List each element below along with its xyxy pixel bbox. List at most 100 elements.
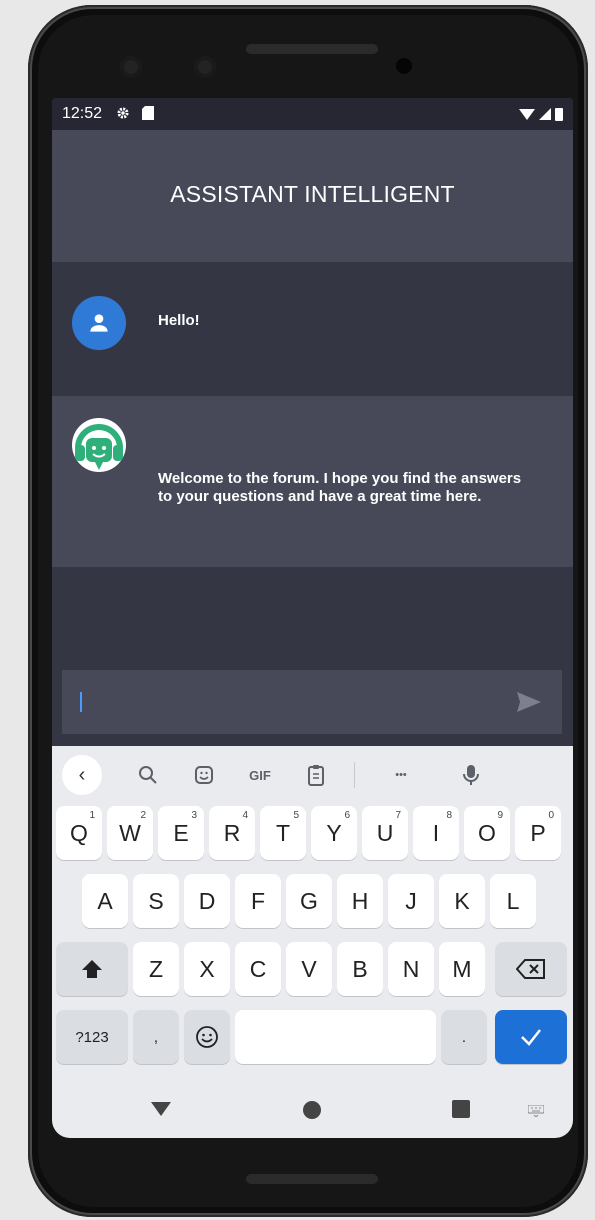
- comma-key[interactable]: ,: [133, 1010, 179, 1064]
- key-b[interactable]: B: [337, 942, 383, 996]
- done-key[interactable]: [495, 1010, 567, 1064]
- key-label: U: [376, 819, 394, 846]
- key-label: ?123: [75, 1028, 109, 1046]
- key-label: M: [452, 955, 472, 982]
- key-label: R: [223, 819, 241, 846]
- key-g[interactable]: G: [286, 874, 332, 928]
- keyboard-back-button[interactable]: ‹: [62, 755, 102, 795]
- keyboard-row-3: Z X C V B N M: [52, 942, 573, 996]
- key-label: V: [301, 955, 317, 982]
- key-u[interactable]: U7: [362, 806, 408, 860]
- sd-card-icon: [142, 105, 155, 123]
- key-label: ,: [153, 1028, 159, 1046]
- key-hint: 5: [293, 810, 299, 821]
- key-label: S: [148, 887, 164, 914]
- backspace-icon: [516, 959, 545, 979]
- key-label: N: [402, 955, 420, 982]
- shift-icon: [82, 960, 102, 978]
- battery-icon: [555, 107, 563, 121]
- emoji-icon: [196, 1026, 218, 1048]
- emoji-key[interactable]: [184, 1010, 230, 1064]
- send-icon: [517, 692, 541, 712]
- navigation-bar: [52, 1082, 573, 1138]
- key-r[interactable]: R4: [209, 806, 255, 860]
- key-c[interactable]: C: [235, 942, 281, 996]
- key-o[interactable]: O9: [464, 806, 510, 860]
- key-e[interactable]: E3: [158, 806, 204, 860]
- key-label: Z: [148, 955, 164, 982]
- key-w[interactable]: W2: [107, 806, 153, 860]
- key-hint: 7: [395, 810, 401, 821]
- send-button[interactable]: [514, 687, 544, 717]
- wifi-icon: [519, 108, 535, 120]
- keyboard-switch-icon[interactable]: [527, 1104, 545, 1122]
- key-k[interactable]: K: [439, 874, 485, 928]
- phone-screen: 12:52 ASSISTANT INTELLIGENT Hello! Welco…: [52, 98, 573, 1138]
- key-i[interactable]: I8: [413, 806, 459, 860]
- key-label: F: [250, 887, 266, 914]
- key-label: L: [506, 887, 520, 914]
- headset-bot-icon: [72, 418, 126, 472]
- symbols-key[interactable]: ?123: [56, 1010, 128, 1064]
- key-label: K: [454, 887, 470, 914]
- key-label: O: [478, 819, 496, 846]
- message-text: Hello!: [158, 312, 200, 329]
- key-a[interactable]: A: [82, 874, 128, 928]
- check-icon: [521, 1029, 541, 1046]
- key-l[interactable]: L: [490, 874, 536, 928]
- key-z[interactable]: Z: [133, 942, 179, 996]
- clipboard-icon[interactable]: [288, 755, 344, 795]
- more-options-button[interactable]: •••: [373, 755, 429, 795]
- key-label: B: [352, 955, 368, 982]
- key-label: Y: [326, 819, 342, 846]
- key-label: J: [405, 887, 417, 914]
- key-label: E: [173, 819, 189, 846]
- key-hint: 8: [446, 810, 452, 821]
- space-key[interactable]: [235, 1010, 436, 1064]
- nav-home-icon[interactable]: [302, 1100, 322, 1125]
- keyboard-row-4: ?123 , .: [52, 1010, 573, 1064]
- message-text: Welcome to the forum. I hope you find th…: [158, 470, 522, 505]
- key-hint: 0: [548, 810, 554, 821]
- key-hint: 4: [242, 810, 248, 821]
- key-s[interactable]: S: [133, 874, 179, 928]
- key-q[interactable]: Q1: [56, 806, 102, 860]
- shift-key[interactable]: [56, 942, 128, 996]
- key-d[interactable]: D: [184, 874, 230, 928]
- nav-back-icon[interactable]: [150, 1100, 172, 1123]
- key-x[interactable]: X: [184, 942, 230, 996]
- key-h[interactable]: H: [337, 874, 383, 928]
- key-j[interactable]: J: [388, 874, 434, 928]
- key-label: A: [97, 887, 113, 914]
- chat-message-bot: Welcome to the forum. I hope you find th…: [52, 396, 573, 567]
- message-input[interactable]: [82, 693, 514, 711]
- key-hint: 1: [89, 810, 95, 821]
- key-label: W: [119, 819, 141, 846]
- chat-list[interactable]: Hello! Welcome to the forum. I hope you …: [52, 262, 573, 670]
- key-y[interactable]: Y6: [311, 806, 357, 860]
- nav-recents-icon[interactable]: [452, 1100, 470, 1123]
- gif-button[interactable]: GIF: [232, 755, 288, 795]
- key-n[interactable]: N: [388, 942, 434, 996]
- key-p[interactable]: P0: [515, 806, 561, 860]
- person-icon: [90, 314, 108, 332]
- key-label: G: [300, 887, 318, 914]
- period-key[interactable]: .: [441, 1010, 487, 1064]
- key-hint: 9: [497, 810, 503, 821]
- key-v[interactable]: V: [286, 942, 332, 996]
- key-m[interactable]: M: [439, 942, 485, 996]
- front-camera: [120, 56, 142, 78]
- search-icon[interactable]: [120, 755, 176, 795]
- key-f[interactable]: F: [235, 874, 281, 928]
- toolbar-divider: [354, 762, 355, 788]
- sticker-icon[interactable]: [176, 755, 232, 795]
- key-t[interactable]: T5: [260, 806, 306, 860]
- backspace-key[interactable]: [495, 942, 567, 996]
- chat-message-user: Hello!: [52, 262, 573, 396]
- settings-icon: [116, 106, 130, 123]
- keyboard-row-1: Q1 W2 E3 R4 T5 Y6 U7 I8 O9 P0: [52, 806, 573, 860]
- bot-avatar: [70, 418, 128, 476]
- earpiece-speaker: [246, 44, 378, 54]
- key-label: .: [461, 1028, 467, 1046]
- microphone-icon[interactable]: [443, 755, 499, 795]
